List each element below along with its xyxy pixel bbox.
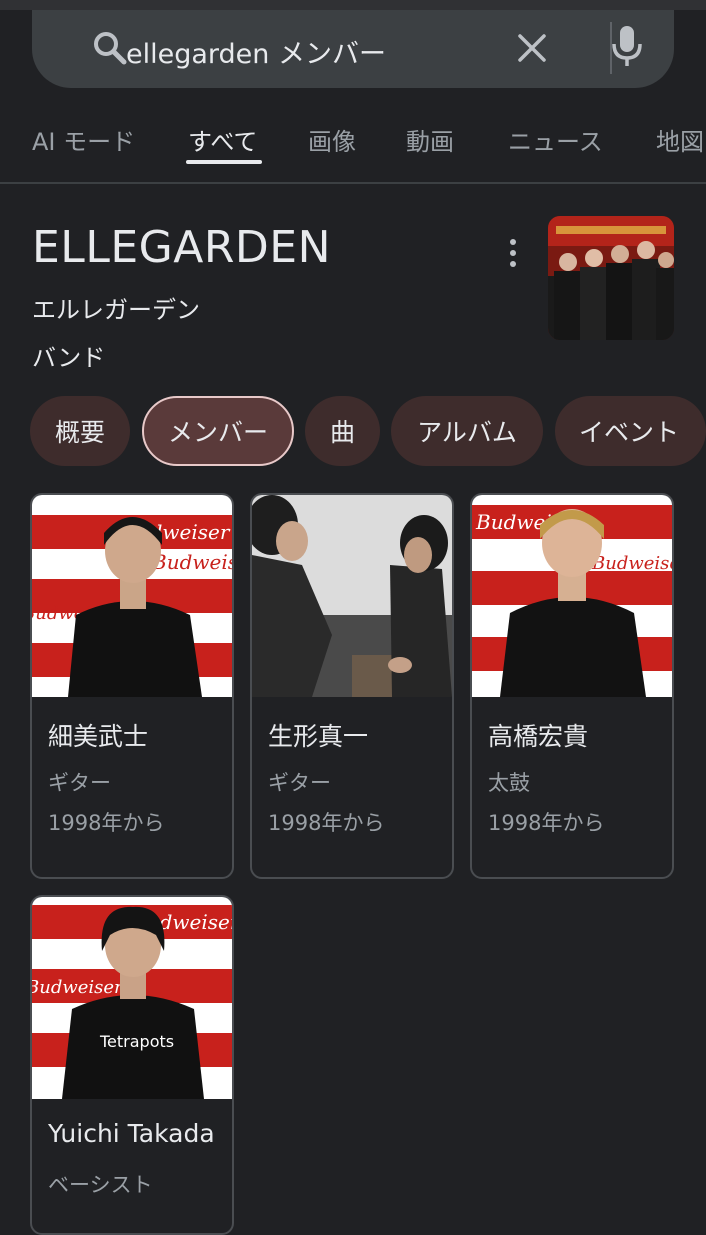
member-role: ギター (268, 771, 331, 795)
status-strip (0, 0, 706, 10)
member-role: 太鼓 (488, 771, 530, 795)
clear-icon[interactable] (514, 30, 550, 66)
tabs-divider (0, 182, 706, 184)
entity-title: ELLEGARDEN (32, 222, 331, 273)
band-thumbnail[interactable] (548, 216, 674, 340)
chip-albums[interactable]: アルバム (391, 396, 543, 466)
member-since: 1998年から (488, 811, 605, 835)
member-name: Yuichi Takada (48, 1119, 215, 1148)
member-photo: Budweiser Budweiser Budweiser (32, 495, 232, 697)
tab-all[interactable]: すべて (188, 122, 257, 157)
member-since: 1998年から (268, 811, 385, 835)
tab-images[interactable]: 画像 (308, 122, 356, 157)
tab-maps[interactable]: 地図 (656, 122, 704, 157)
member-name: 生形真一 (268, 722, 369, 751)
chip-songs[interactable]: 曲 (305, 396, 380, 466)
chip-overview[interactable]: 概要 (30, 396, 130, 466)
member-role: ベーシスト (48, 1173, 153, 1197)
tab-videos[interactable]: 動画 (406, 122, 454, 157)
member-role: ギター (48, 771, 111, 795)
chip-events[interactable]: イベント (555, 396, 706, 466)
search-input[interactable]: ellegarden メンバー (126, 32, 386, 71)
member-name: 細美武士 (48, 722, 149, 751)
tab-news[interactable]: ニュース (508, 122, 603, 157)
member-card-hosomi[interactable]: Budweiser Budweiser Budweiser 細美武士 ギター 1… (30, 493, 234, 879)
member-name: 高橋宏貴 (488, 722, 589, 751)
microphone-icon[interactable] (610, 24, 644, 70)
svg-text:Budweiser: Budweiser (32, 977, 124, 998)
member-photo: Budweiser Budweiser Tetrapots (32, 897, 232, 1099)
svg-text:Budweiser: Budweiser (151, 550, 232, 574)
svg-text:Budweiser: Budweiser (591, 553, 672, 574)
entity-type: バンド (32, 344, 106, 372)
entity-reading: エルレガーデン (32, 296, 200, 324)
tab-ai-mode[interactable]: AI モード (32, 122, 135, 157)
svg-text:Tetrapots: Tetrapots (99, 1032, 174, 1051)
more-options-icon[interactable] (498, 236, 528, 270)
member-since: 1998年から (48, 811, 165, 835)
member-photo (252, 495, 452, 697)
member-photo: Budweiser Budweiser (472, 495, 672, 697)
member-card-takada[interactable]: Budweiser Budweiser Tetrapots Yuichi Tak… (30, 895, 234, 1235)
member-card-ubukata[interactable]: 生形真一 ギター 1998年から (250, 493, 454, 879)
search-icon[interactable] (90, 28, 130, 68)
search-bar[interactable]: ellegarden メンバー (32, 10, 674, 88)
search-tabs: AI モード すべて 画像 動画 ニュース 地図 (0, 110, 706, 182)
chip-members[interactable]: メンバー (142, 396, 294, 466)
member-card-takahashi[interactable]: Budweiser Budweiser 高橋宏貴 太鼓 1998年から (470, 493, 674, 879)
active-tab-indicator (186, 160, 262, 164)
